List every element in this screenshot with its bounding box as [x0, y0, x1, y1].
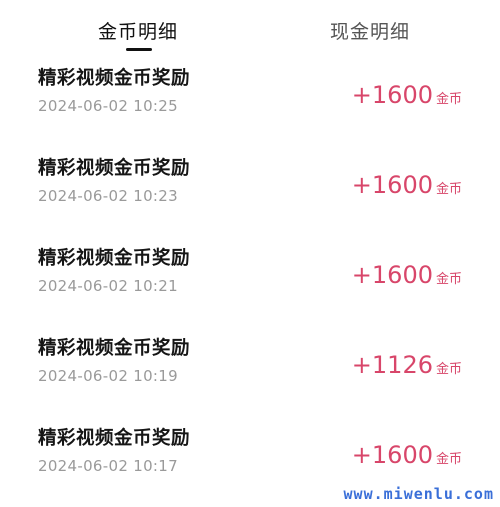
amount-value: +1600 [351, 441, 433, 469]
record-time: 2024-06-02 10:17 [38, 457, 178, 475]
amount-unit: 金币 [435, 92, 462, 107]
record-title: 精彩视频金币奖励 [38, 428, 191, 449]
amount-value: +1600 [351, 261, 433, 289]
record-amount: +1126 金币 [352, 350, 462, 380]
record-amount: +1600 金币 [352, 80, 462, 110]
record-title: 精彩视频金币奖励 [38, 158, 191, 179]
amount-unit: 金币 [435, 182, 462, 197]
record-time: 2024-06-02 10:25 [38, 97, 178, 115]
amount-unit: 金币 [435, 272, 462, 287]
record-amount: +1600 金币 [352, 170, 462, 200]
record-title: 精彩视频金币奖励 [38, 248, 191, 269]
list-item: 精彩视频金币奖励 2024-06-02 10:23 +1600 金币 [4, 150, 482, 240]
coin-detail-card: 金币明细 现金明细 精彩视频金币奖励 2024-06-02 10:25 +160… [4, 0, 482, 507]
amount-unit: 金币 [435, 452, 462, 467]
record-time: 2024-06-02 10:23 [38, 187, 178, 205]
list-item: 精彩视频金币奖励 2024-06-02 10:19 +1126 金币 [4, 330, 482, 420]
active-tab-indicator [126, 48, 152, 51]
list-item: 精彩视频金币奖励 2024-06-02 10:21 +1600 金币 [4, 240, 482, 330]
amount-value: +1600 [351, 171, 433, 199]
tab-coin-details[interactable]: 金币明细 [90, 16, 186, 48]
amount-value: +1126 [351, 351, 433, 379]
list-item: 精彩视频金币奖励 2024-06-02 10:25 +1600 金币 [4, 60, 482, 150]
record-time: 2024-06-02 10:21 [38, 277, 178, 295]
record-list: 精彩视频金币奖励 2024-06-02 10:25 +1600 金币 精彩视频金… [4, 60, 482, 507]
tab-bar: 金币明细 现金明细 [4, 0, 482, 58]
record-time: 2024-06-02 10:19 [38, 367, 178, 385]
amount-value: +1600 [351, 81, 433, 109]
tab-cash-details[interactable]: 现金明细 [322, 16, 418, 48]
amount-unit: 金币 [435, 362, 462, 377]
record-amount: +1600 金币 [352, 440, 462, 470]
record-title: 精彩视频金币奖励 [38, 338, 191, 359]
site-watermark: www.miwenlu.com [343, 485, 494, 503]
record-amount: +1600 金币 [352, 260, 462, 290]
record-title: 精彩视频金币奖励 [38, 68, 191, 89]
